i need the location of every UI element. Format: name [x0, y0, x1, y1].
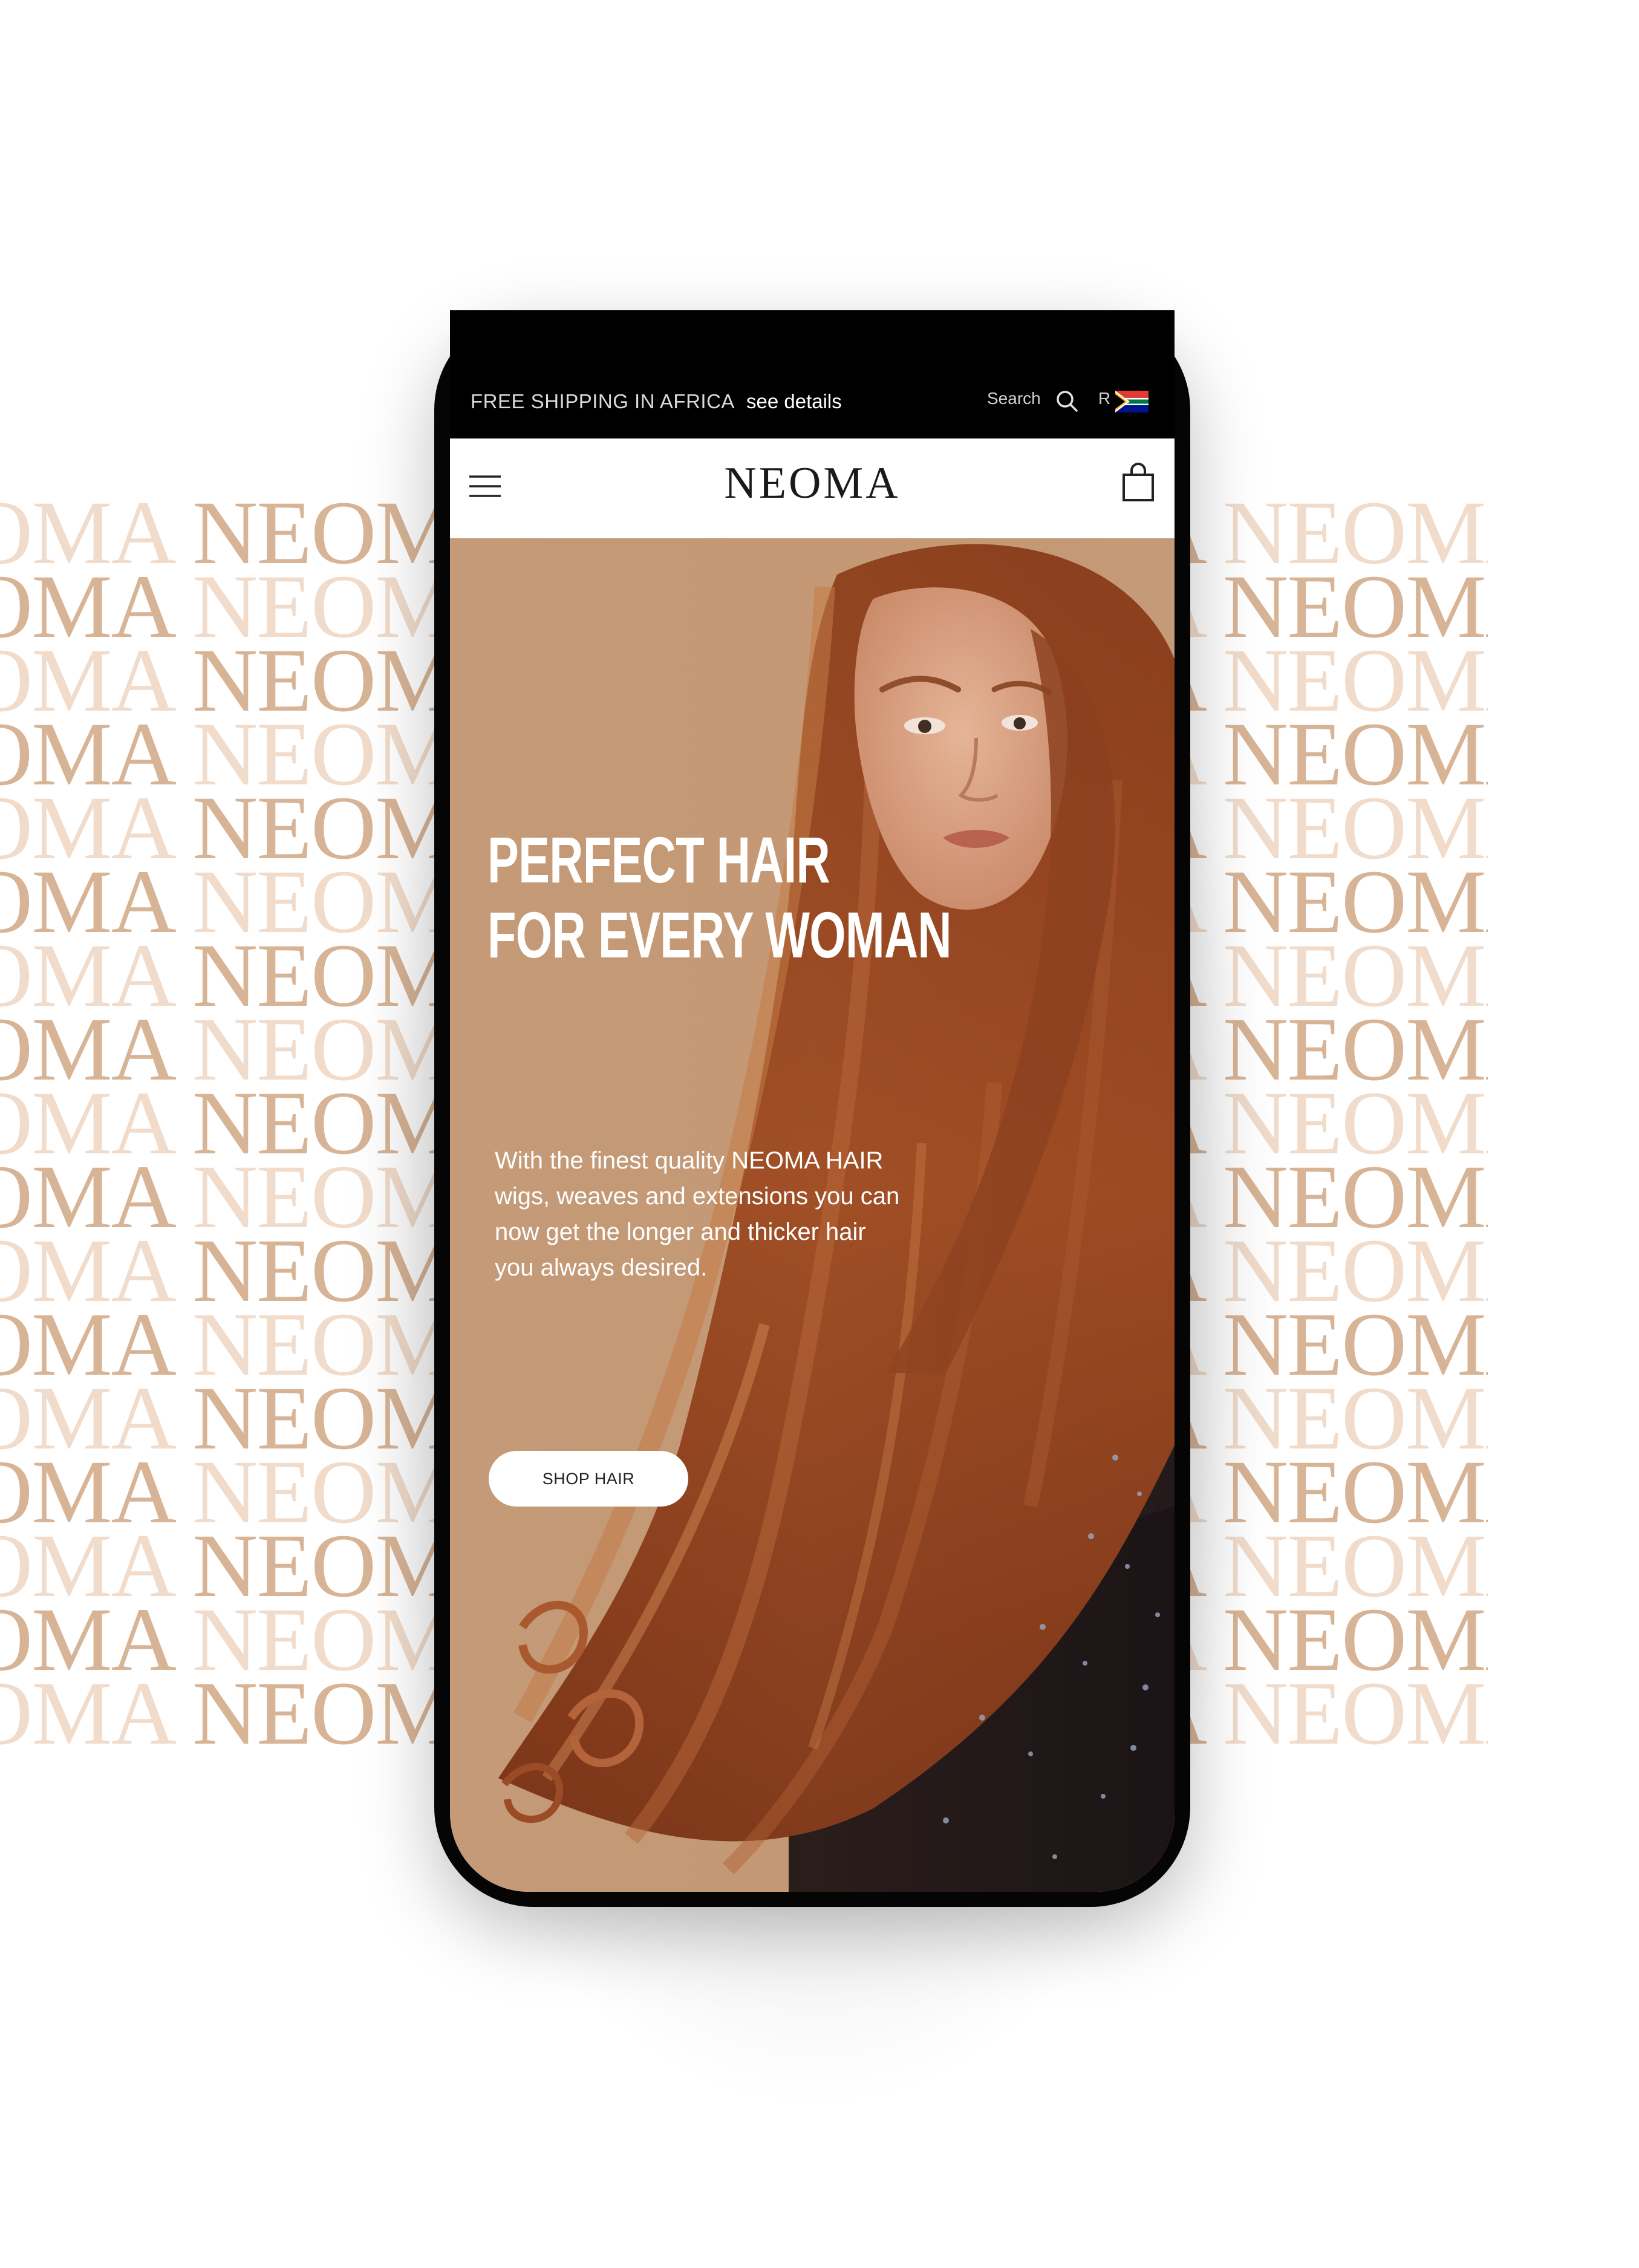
- search-icon[interactable]: [1055, 389, 1079, 413]
- pattern-word: NEOMA: [0, 1086, 177, 1160]
- pattern-word: NEOMA: [0, 1381, 177, 1455]
- pattern-word: NEOMA: [0, 644, 177, 717]
- pattern-word: NEOMA: [0, 1012, 177, 1086]
- pattern-word: NEOMA: [0, 717, 177, 791]
- search-label[interactable]: Search: [987, 389, 1041, 408]
- south-africa-flag-icon[interactable]: [1115, 391, 1149, 412]
- shopping-bag-icon[interactable]: [1121, 463, 1155, 503]
- hero-banner: PERFECT HAIR FOR EVERY WOMAN With the fi…: [450, 538, 1175, 1892]
- free-shipping-text: FREE SHIPPING IN AFRICA: [471, 390, 735, 412]
- pattern-word: NEOMA: [0, 1677, 177, 1750]
- pattern-word: NEOMA: [0, 1603, 177, 1677]
- pattern-word: NEOMA: [0, 939, 177, 1012]
- pattern-word: NEOMA: [0, 496, 177, 570]
- hero-title-line2: FOR EVERY WOMAN: [487, 898, 952, 971]
- shop-hair-button[interactable]: SHOP HAIR: [489, 1451, 688, 1507]
- pattern-word: NEOMA: [0, 1455, 177, 1529]
- phone-screen: FREE SHIPPING IN AFRICA see details Sear…: [450, 310, 1175, 1892]
- announcement-bar: FREE SHIPPING IN AFRICA see details Sear…: [450, 310, 1175, 438]
- brand-logo[interactable]: NEOMA: [450, 458, 1175, 509]
- see-details-link[interactable]: see details: [746, 390, 842, 413]
- pattern-word: NEOMA: [0, 791, 177, 865]
- pattern-word: NEOMA: [0, 1160, 177, 1234]
- pattern-word: NEOMA: [0, 1529, 177, 1603]
- site-header: NEOMA: [450, 438, 1175, 538]
- pattern-word: NEOMA: [0, 1308, 177, 1381]
- pattern-word: NEOMA: [0, 570, 177, 644]
- hero-description: With the finest quality NEOMA HAIR wigs,…: [495, 1147, 900, 1281]
- hero-title-line1: PERFECT HAIR: [487, 823, 830, 896]
- currency-selector[interactable]: R: [1098, 389, 1110, 408]
- pattern-word: NEOMA: [0, 865, 177, 939]
- pattern-word: NEOMA: [0, 1234, 177, 1308]
- hero-title: PERFECT HAIR FOR EVERY WOMAN: [487, 823, 952, 973]
- phone-frame: FREE SHIPPING IN AFRICA see details Sear…: [434, 310, 1190, 1907]
